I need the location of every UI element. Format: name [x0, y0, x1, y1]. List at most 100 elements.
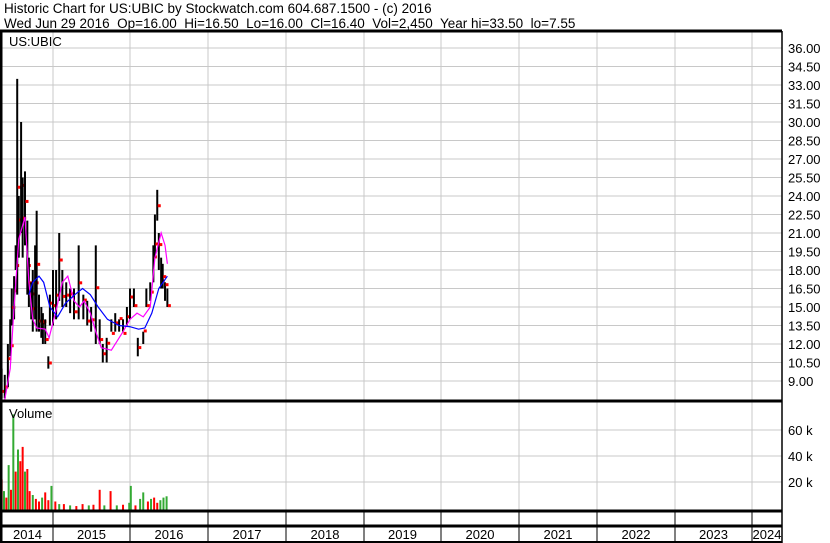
price-tick-label: 16.50: [788, 281, 821, 296]
close-marker: [100, 338, 104, 342]
price-tick-label: 21.00: [788, 226, 821, 241]
volume-bar: [109, 491, 112, 510]
close-marker: [107, 341, 111, 345]
volume-tick-label: 60 k: [788, 423, 813, 438]
price-tick-label: 22.50: [788, 207, 821, 222]
price-tick-label: 12.00: [788, 337, 821, 352]
stock-chart-window: Historic Chart for US:UBIC by Stockwatch…: [0, 0, 830, 543]
close-marker: [157, 204, 161, 208]
price-tick-label: 34.50: [788, 59, 821, 74]
volume-bar: [103, 505, 106, 510]
volume-bar: [150, 498, 153, 510]
volume-bar: [14, 471, 17, 510]
volume-bar: [139, 498, 142, 510]
price-tick-label: 19.50: [788, 244, 821, 259]
volume-bar: [9, 489, 12, 510]
volume-tick-label: 20 k: [788, 475, 813, 490]
volume-bar: [98, 489, 101, 510]
volume-bar: [12, 414, 15, 510]
volume-bar: [34, 498, 37, 510]
close-marker: [37, 262, 41, 266]
price-tick-label: 30.00: [788, 115, 821, 130]
price-tick-label: 33.00: [788, 78, 821, 93]
price-tick-label: 10.50: [788, 355, 821, 370]
close-marker: [59, 258, 63, 262]
close-marker: [48, 361, 52, 365]
close-marker: [143, 329, 147, 333]
close-marker: [79, 281, 83, 285]
volume-bar: [122, 504, 125, 510]
volume-bar: [87, 505, 90, 510]
short-moving-average-line: [4, 216, 168, 400]
volume-panel-label: Volume: [9, 406, 52, 421]
price-tick-label: 36.00: [788, 41, 821, 56]
volume-bar: [54, 501, 57, 510]
close-marker: [45, 338, 49, 342]
price-tick-label: 24.00: [788, 189, 821, 204]
volume-bar: [47, 500, 50, 510]
year-label: 2015: [77, 527, 106, 542]
price-tick-label: 15.00: [788, 300, 821, 315]
price-bars: [0, 78, 171, 399]
volume-bar: [7, 465, 10, 510]
close-marker: [96, 286, 100, 290]
close-marker: [138, 346, 142, 350]
price-panel-label: US:UBIC: [9, 34, 62, 49]
close-marker: [123, 331, 127, 335]
price-tick-label: 28.50: [788, 133, 821, 148]
year-label: 2024: [753, 527, 782, 542]
volume-bar: [16, 449, 19, 510]
year-label: 2014: [13, 527, 42, 542]
price-tick-label: 9.00: [788, 374, 813, 389]
year-label: 2019: [388, 527, 417, 542]
volume-bar: [81, 504, 84, 510]
volume-bar: [21, 446, 24, 510]
volume-bar: [58, 504, 61, 510]
volume-bar: [41, 497, 44, 510]
volume-bar: [28, 491, 31, 510]
year-label: 2022: [622, 527, 651, 542]
price-tick-label: 13.50: [788, 318, 821, 333]
volume-bar: [31, 495, 34, 510]
chart-frame: [0, 29, 783, 543]
volume-bar: [5, 497, 8, 510]
volume-bar: [2, 491, 5, 510]
volume-bar: [165, 496, 168, 510]
chart-canvas: US:UBIC Volume 36.00 34.50 33.00 31.50 30.00…: [0, 29, 821, 543]
volume-tick-label: 40 k: [788, 449, 813, 464]
volume-bar: [19, 461, 22, 510]
volume-bar: [153, 497, 156, 510]
year-label: 2017: [233, 527, 262, 542]
volume-bar: [26, 469, 29, 510]
close-marker: [167, 304, 171, 308]
volume-bar: [50, 485, 53, 510]
volume-bar: [115, 505, 118, 510]
volume-bar: [159, 500, 162, 510]
year-label: 2021: [544, 527, 573, 542]
volume-bar: [146, 501, 149, 510]
grid-lines: [2, 32, 782, 510]
price-tick-label: 27.00: [788, 152, 821, 167]
volume-bar: [69, 505, 72, 510]
price-tick-label: 18.00: [788, 263, 821, 278]
close-marker: [25, 199, 29, 203]
year-label: 2020: [466, 527, 495, 542]
volume-bar: [142, 492, 145, 510]
volume-bar: [37, 501, 40, 510]
volume-bar: [129, 485, 132, 510]
volume-bar: [162, 497, 165, 510]
volume-bar: [92, 504, 95, 510]
close-marker: [165, 283, 169, 287]
volume-bar: [156, 502, 159, 510]
price-tick-label: 31.50: [788, 96, 821, 111]
volume-bar: [44, 492, 47, 510]
close-marker: [111, 331, 115, 335]
volume-bar: [62, 504, 65, 510]
price-tick-label: 25.50: [788, 170, 821, 185]
volume-bar: [23, 471, 26, 510]
year-label: 2018: [311, 527, 340, 542]
close-marker: [159, 243, 163, 247]
year-label: 2016: [155, 527, 184, 542]
volume-bar: [75, 506, 78, 510]
close-marker: [146, 304, 150, 308]
